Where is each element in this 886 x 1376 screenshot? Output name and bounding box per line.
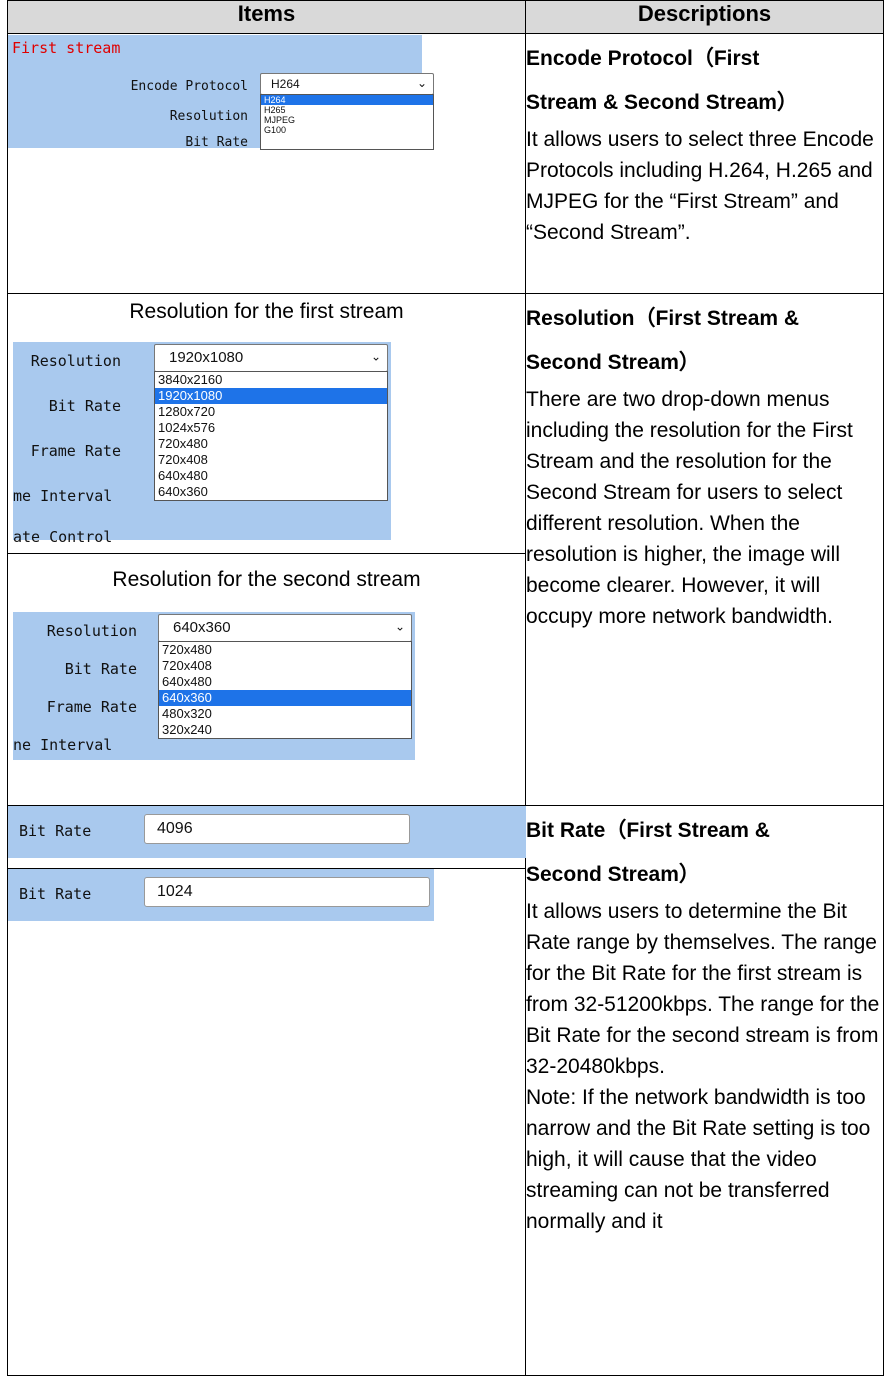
encode-settings-panel: First stream Encode Protocol Resolution …: [8, 35, 434, 150]
first-resolution-panel: Resolution Bit Rate Frame Rate me Interv…: [13, 342, 391, 546]
resolution-option[interactable]: 640x480: [155, 468, 387, 484]
resolution-option[interactable]: 720x408: [159, 658, 411, 674]
resolution-label: Resolution: [169, 109, 248, 124]
frame-rate-label: Frame Rate: [46, 698, 137, 716]
bitrate-title-line2: Second Stream）: [526, 863, 700, 886]
bit-rate-label: Bit Rate: [19, 822, 92, 840]
encode-protocol-dropdown[interactable]: H264 H265 MJPEG G100: [260, 94, 434, 150]
first-resolution-select[interactable]: 1920x1080 ⌄: [154, 344, 388, 372]
resolution-option[interactable]: 320x240: [159, 722, 411, 738]
first-bitrate-input[interactable]: 4096: [144, 814, 410, 844]
encode-option-h265[interactable]: H265: [261, 105, 433, 115]
first-stream-title: First stream: [12, 39, 121, 57]
items-header: Items: [7, 0, 526, 34]
encode-items-cell: First stream Encode Protocol Resolution …: [7, 33, 526, 294]
resolution-label: Resolution: [30, 352, 121, 370]
bitrate-description-cell: Bit Rate（First Stream & Second Stream） I…: [525, 805, 884, 1376]
first-resolution-value: 1920x1080: [169, 349, 244, 366]
second-bitrate-input[interactable]: 1024: [144, 877, 430, 907]
resolution-option[interactable]: 720x480: [155, 436, 387, 452]
encode-option-g100[interactable]: G100: [261, 125, 433, 135]
second-resolution-value: 640x360: [173, 619, 231, 636]
first-bitrate-panel: Bit Rate 4096: [8, 806, 526, 858]
encode-title-line1: Encode Protocol（First: [526, 47, 760, 70]
bitrate-title-line1: Bit Rate（First Stream &: [526, 819, 770, 842]
chevron-down-icon: ⌄: [394, 619, 405, 634]
resolution-first-cell: Resolution for the first stream Resoluti…: [7, 293, 526, 554]
bitrate-description-text: It allows users to determine the Bit Rat…: [526, 900, 880, 1233]
bit-rate-label: Bit Rate: [64, 660, 137, 678]
bit-rate-label: Bit Rate: [48, 397, 121, 415]
resolution-option[interactable]: 1280x720: [155, 404, 387, 420]
resolution-option[interactable]: 640x360: [155, 484, 387, 500]
second-resolution-panel: Resolution Bit Rate Frame Rate ne Interv…: [13, 612, 415, 760]
first-resolution-dropdown[interactable]: 3840x2160 1920x1080 1280x720 1024x576 72…: [154, 371, 388, 501]
chevron-down-icon: ⌄: [370, 349, 381, 364]
encode-protocol-label: Encode Protocol: [130, 79, 248, 94]
frame-rate-label: Frame Rate: [30, 442, 121, 460]
bit-rate-label: Bit Rate: [19, 885, 92, 903]
bit-rate-label: Bit Rate: [185, 135, 248, 150]
resolution-option[interactable]: 3840x2160: [155, 372, 387, 388]
resolution-second-cell: Resolution for the second stream Resolut…: [7, 553, 526, 806]
rate-control-label: ate Control: [13, 528, 113, 546]
resolution-title-line2: Second Stream）: [526, 351, 700, 374]
frame-interval-label: ne Interval: [13, 736, 113, 754]
second-resolution-dropdown[interactable]: 720x480 720x408 640x480 640x360 480x320 …: [158, 641, 412, 739]
resolution-option-selected[interactable]: 640x360: [159, 690, 411, 706]
resolution-option-selected[interactable]: 1920x1080: [155, 388, 387, 404]
encode-description-text: It allows users to select three Encode P…: [526, 128, 874, 244]
second-bitrate-panel: Bit Rate 1024: [8, 869, 434, 921]
encode-protocol-value: H264: [271, 77, 300, 91]
resolution-label: Resolution: [46, 622, 137, 640]
second-resolution-select[interactable]: 640x360 ⌄: [158, 614, 412, 642]
chevron-down-icon: ⌄: [416, 76, 427, 90]
encode-protocol-select[interactable]: H264 ⌄: [260, 73, 434, 95]
resolution-option[interactable]: 640x480: [159, 674, 411, 690]
bitrate-items-cell: Bit Rate 4096 Bit Rate 1024: [7, 805, 526, 1376]
resolution-option[interactable]: 480x320: [159, 706, 411, 722]
second-stream-caption: Resolution for the second stream: [112, 568, 421, 591]
frame-interval-label: me Interval: [13, 487, 113, 505]
description-table: Items Descriptions First stream Encode P…: [7, 0, 884, 1376]
encode-description-cell: Encode Protocol（First Stream & Second St…: [525, 33, 884, 294]
descriptions-header: Descriptions: [525, 0, 884, 34]
encode-option-h264[interactable]: H264: [261, 95, 433, 105]
resolution-option[interactable]: 1024x576: [155, 420, 387, 436]
resolution-description-cell: Resolution（First Stream & Second Stream）…: [525, 293, 884, 806]
encode-title-line2: Stream & Second Stream）: [526, 91, 798, 114]
resolution-description-text: There are two drop-down menus including …: [526, 388, 853, 628]
encode-option-mjpeg[interactable]: MJPEG: [261, 115, 433, 125]
resolution-option[interactable]: 720x480: [159, 642, 411, 658]
resolution-title-line1: Resolution（First Stream &: [526, 307, 800, 330]
resolution-option[interactable]: 720x408: [155, 452, 387, 468]
first-stream-caption: Resolution for the first stream: [129, 300, 404, 323]
